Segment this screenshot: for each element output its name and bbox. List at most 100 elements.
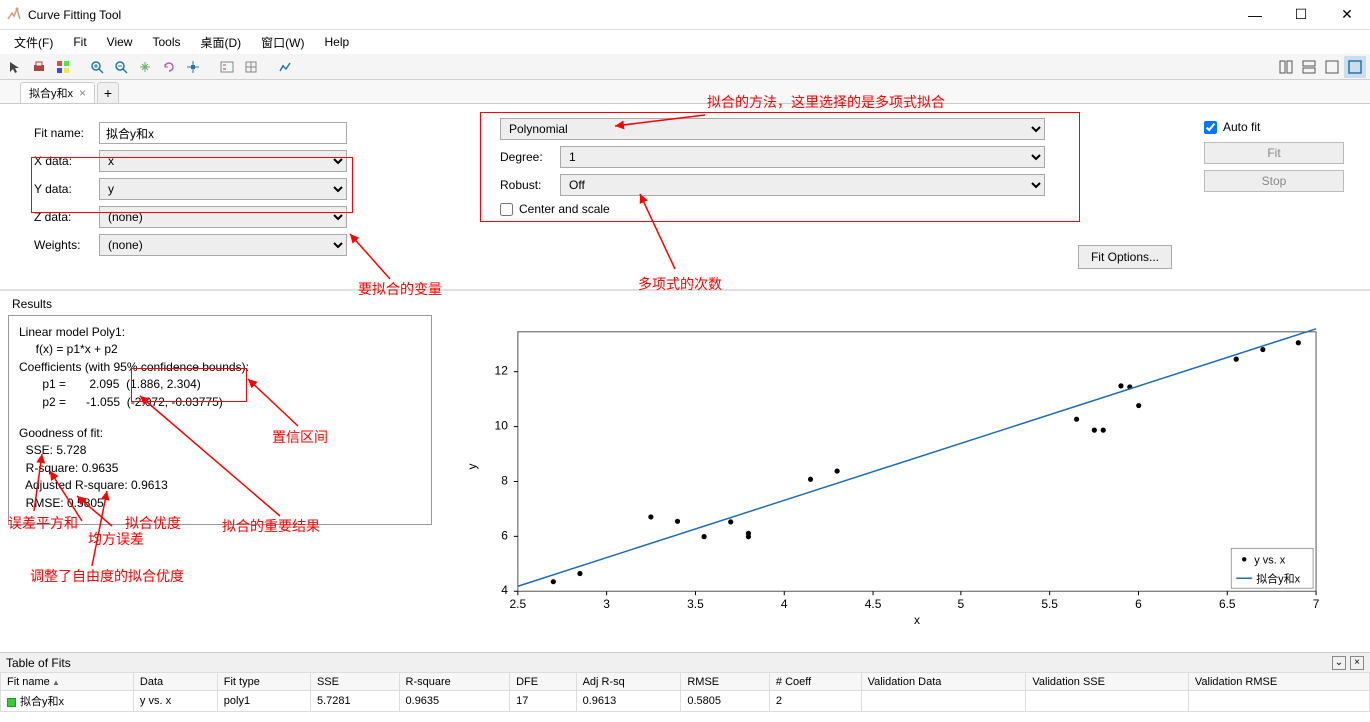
menu-help[interactable]: Help <box>316 33 357 51</box>
svg-text:4.5: 4.5 <box>865 597 882 611</box>
menu-window[interactable]: 窗口(W) <box>253 32 312 53</box>
fits-collapse-icon[interactable]: ⌄ <box>1332 656 1346 670</box>
table-header[interactable]: # Coeff <box>769 673 861 691</box>
fitname-label: Fit name: <box>34 126 99 140</box>
fits-close-icon[interactable]: × <box>1350 656 1364 670</box>
zdata-label: Z data: <box>34 210 99 224</box>
table-header[interactable]: DFE <box>510 673 576 691</box>
table-header[interactable]: R-square <box>399 673 510 691</box>
weights-select[interactable]: (none) <box>99 234 347 256</box>
results-l3: Coefficients (with 95% confidence bounds… <box>19 359 421 376</box>
center-scale-label: Center and scale <box>519 202 610 216</box>
minimize-button[interactable]: — <box>1232 0 1278 30</box>
table-row[interactable]: 拟合y和xy vs. xpoly15.72810.9635170.96130.5… <box>1 691 1370 712</box>
results-l10: RMSE: 0.5805 <box>19 495 421 512</box>
autofit-checkbox[interactable] <box>1204 121 1217 134</box>
weights-label: Weights: <box>34 238 99 252</box>
table-header[interactable]: Data <box>133 673 217 691</box>
tool-grid-icon[interactable] <box>240 56 262 78</box>
degree-select[interactable]: 1 <box>560 146 1045 168</box>
matlab-icon <box>6 7 22 23</box>
menu-tools[interactable]: Tools <box>144 33 188 51</box>
results-l9: Adjusted R-square: 0.9613 <box>19 477 421 494</box>
svg-text:12: 12 <box>495 364 509 378</box>
results-title: Results <box>8 295 432 313</box>
results-l2: f(x) = p1*x + p2 <box>19 341 421 358</box>
stop-button[interactable]: Stop <box>1204 170 1344 192</box>
svg-text:3: 3 <box>603 597 610 611</box>
layout-4-icon[interactable] <box>1344 56 1366 78</box>
robust-label: Robust: <box>500 178 560 192</box>
table-of-fits-title: Table of Fits <box>6 656 71 670</box>
svg-text:3.5: 3.5 <box>687 597 704 611</box>
xlabel: x <box>914 613 920 627</box>
tool-residuals-icon[interactable] <box>274 56 296 78</box>
menu-fit[interactable]: Fit <box>65 33 94 51</box>
table-header[interactable]: Fit name <box>1 673 134 691</box>
tool-datacursor-icon[interactable] <box>182 56 204 78</box>
fittype-select[interactable]: Polynomial <box>500 118 1045 140</box>
xdata-label: X data: <box>34 154 99 168</box>
results-l4: p1 = 2.095 (1.886, 2.304) <box>19 376 421 393</box>
maximize-button[interactable]: ☐ <box>1278 0 1324 30</box>
fitname-input[interactable] <box>99 122 347 144</box>
tool-rotate-icon[interactable] <box>158 56 180 78</box>
menu-view[interactable]: View <box>99 33 141 51</box>
table-header[interactable]: Adj R-sq <box>576 673 681 691</box>
results-l8: R-square: 0.9635 <box>19 460 421 477</box>
window-title: Curve Fitting Tool <box>28 8 1232 22</box>
tab-add-button[interactable]: + <box>97 82 119 103</box>
fit-button[interactable]: Fit <box>1204 142 1344 164</box>
svg-text:5: 5 <box>958 597 965 611</box>
svg-text:4: 4 <box>781 597 788 611</box>
fit-options-button[interactable]: Fit Options... <box>1078 245 1172 269</box>
svg-text:8: 8 <box>501 473 508 487</box>
tab-close-icon[interactable]: × <box>79 86 86 100</box>
center-scale-checkbox[interactable] <box>500 203 513 216</box>
svg-text:4: 4 <box>501 583 508 597</box>
layout-1-icon[interactable] <box>1275 56 1297 78</box>
fits-table: Fit nameDataFit typeSSER-squareDFEAdj R-… <box>0 672 1370 712</box>
degree-label: Degree: <box>500 150 560 164</box>
svg-text:6.5: 6.5 <box>1219 597 1236 611</box>
robust-select[interactable]: Off <box>560 174 1045 196</box>
svg-text:10: 10 <box>495 419 509 433</box>
svg-text:5.5: 5.5 <box>1041 597 1058 611</box>
results-l5: p2 = -1.055 (-2.072, -0.03775) <box>19 394 421 411</box>
table-header[interactable]: Validation RMSE <box>1188 673 1369 691</box>
ydata-select[interactable]: y <box>99 178 347 200</box>
zdata-select[interactable]: (none) <box>99 206 347 228</box>
results-l1: Linear model Poly1: <box>19 324 421 341</box>
svg-text:7: 7 <box>1313 597 1320 611</box>
results-l7: SSE: 5.728 <box>19 442 421 459</box>
svg-text:6: 6 <box>501 528 508 542</box>
annot-rmse: 均方误差 <box>88 529 144 549</box>
svg-text:6: 6 <box>1135 597 1142 611</box>
tool-zoomin-icon[interactable] <box>86 56 108 78</box>
autofit-label: Auto fit <box>1223 120 1260 134</box>
layout-2-icon[interactable] <box>1298 56 1320 78</box>
tool-zoomout-icon[interactable] <box>110 56 132 78</box>
table-header[interactable]: RMSE <box>681 673 770 691</box>
tab-fit-label: 拟合y和x <box>29 85 73 101</box>
tool-pointer-icon[interactable] <box>4 56 26 78</box>
tool-legend-icon[interactable] <box>216 56 238 78</box>
layout-3-icon[interactable] <box>1321 56 1343 78</box>
close-button[interactable]: ✕ <box>1324 0 1370 30</box>
table-header[interactable]: Validation Data <box>861 673 1026 691</box>
legend-scatter: y vs. x <box>1254 554 1286 566</box>
legend-line: 拟合y和x <box>1256 571 1300 585</box>
table-header[interactable]: Fit type <box>217 673 310 691</box>
menu-desktop[interactable]: 桌面(D) <box>192 32 249 53</box>
tool-pan-icon[interactable] <box>134 56 156 78</box>
tool-palette-icon[interactable] <box>52 56 74 78</box>
ydata-label: Y data: <box>34 182 99 196</box>
results-box: Linear model Poly1: f(x) = p1*x + p2 Coe… <box>8 315 432 525</box>
tool-print-icon[interactable] <box>28 56 50 78</box>
table-header[interactable]: Validation SSE <box>1026 673 1188 691</box>
annot-adjrsq: 调整了自由度的拟合优度 <box>30 566 184 586</box>
table-header[interactable]: SSE <box>310 673 399 691</box>
tab-fit[interactable]: 拟合y和x × <box>20 82 95 103</box>
menu-file[interactable]: 文件(F) <box>6 32 61 53</box>
xdata-select[interactable]: x <box>99 150 347 172</box>
